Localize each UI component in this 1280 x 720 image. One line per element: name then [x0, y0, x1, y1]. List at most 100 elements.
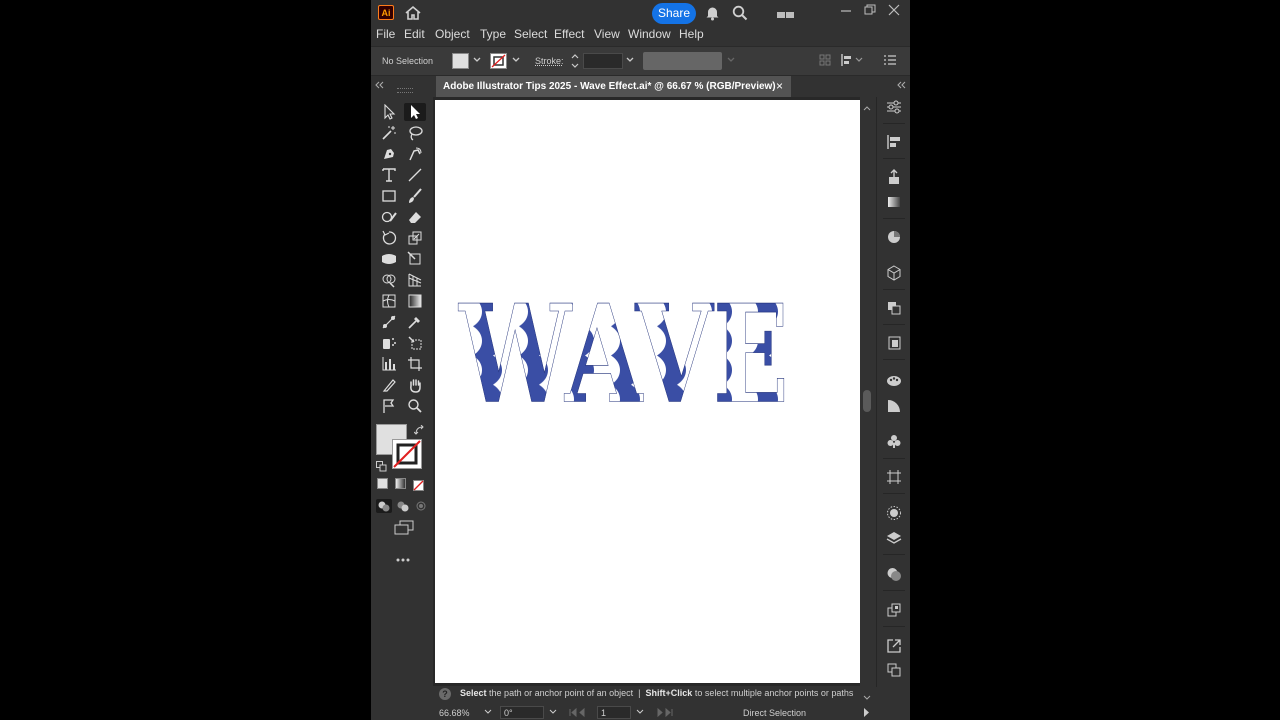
artboard-number-field[interactable]: 1 [597, 706, 631, 719]
libraries-panel-icon[interactable] [886, 662, 902, 683]
width-tool-icon[interactable] [378, 250, 400, 268]
mesh-tool-icon[interactable] [378, 292, 400, 310]
scroll-up-icon[interactable] [861, 100, 873, 118]
artboard[interactable]: WAVE [435, 100, 860, 683]
magic-wand-icon[interactable] [378, 124, 400, 142]
screen-mode-icon[interactable] [393, 520, 415, 541]
properties-icon[interactable] [886, 99, 902, 120]
stroke-label[interactable]: Stroke: [535, 56, 564, 66]
panel-menu-icon[interactable] [883, 53, 897, 72]
selection-tool-icon[interactable] [378, 103, 400, 121]
live-paint-icon[interactable] [404, 334, 426, 352]
rotation-field[interactable]: 0° [500, 706, 544, 719]
print-tiling-icon[interactable] [378, 397, 400, 415]
stroke-weight-input[interactable] [583, 53, 623, 69]
help-icon[interactable]: ? [439, 688, 451, 700]
color-mode-button[interactable] [377, 478, 388, 489]
variable-width-profile[interactable] [643, 52, 722, 70]
shape-builder-icon[interactable] [378, 271, 400, 289]
stroke-color-box[interactable] [392, 439, 422, 469]
status-menu-arrow-icon[interactable] [863, 708, 871, 719]
home-icon[interactable] [404, 5, 422, 26]
blend-tool-icon[interactable] [378, 313, 400, 331]
document-tab[interactable]: Adobe Illustrator Tips 2025 - Wave Effec… [436, 76, 791, 97]
symbol-sprayer-icon[interactable] [378, 334, 400, 352]
menu-object[interactable]: Object [435, 26, 470, 42]
draw-inside-icon[interactable] [413, 499, 429, 518]
gradient-panel-icon[interactable] [886, 194, 902, 215]
curvature-tool-icon[interactable] [404, 145, 426, 163]
rotate-tool-icon[interactable] [378, 229, 400, 247]
fill-swatch[interactable] [452, 53, 469, 69]
align-left-icon[interactable] [840, 53, 864, 72]
pathfinder-icon[interactable] [886, 469, 902, 490]
transform-panel-icon[interactable] [886, 300, 902, 321]
links-panel-icon[interactable] [886, 638, 902, 659]
scale-tool-icon[interactable] [404, 229, 426, 247]
none-mode-button[interactable] [413, 478, 424, 496]
chevron-down-icon[interactable] [548, 707, 558, 719]
vertical-scrollbar-thumb[interactable] [863, 390, 871, 412]
more-tools-icon[interactable] [396, 550, 410, 568]
wave-artwork[interactable]: WAVE [435, 100, 860, 683]
gradient-tool-icon[interactable] [404, 292, 426, 310]
color-panel-icon[interactable] [886, 372, 902, 393]
chevron-down-icon[interactable] [635, 707, 645, 719]
last-artboard-icon[interactable] [653, 707, 673, 719]
close-window-icon[interactable] [888, 3, 900, 21]
brightness-icon[interactable] [886, 505, 902, 526]
stroke-weight-stepper[interactable] [570, 52, 580, 75]
draw-normal-icon[interactable] [376, 499, 392, 513]
menu-window[interactable]: Window [628, 26, 671, 42]
eraser-tool-icon[interactable] [404, 208, 426, 226]
free-transform-icon[interactable] [404, 250, 426, 268]
workspace-switcher-icon[interactable] [777, 8, 795, 26]
slice-tool-icon[interactable] [378, 376, 400, 394]
symbols-panel-icon[interactable] [886, 433, 902, 454]
appearance-panel-icon[interactable] [886, 229, 902, 250]
collapse-panels-icon[interactable] [896, 76, 906, 94]
default-colors-icon[interactable] [376, 459, 387, 477]
minimize-icon[interactable] [840, 4, 852, 22]
column-graph-icon[interactable] [378, 355, 400, 373]
3d-materials-icon[interactable] [886, 265, 902, 286]
align-panel-icon[interactable] [886, 134, 902, 155]
eyedropper-icon[interactable] [404, 313, 426, 331]
artboard-tool-icon[interactable] [404, 355, 426, 373]
draw-behind-icon[interactable] [395, 499, 411, 518]
search-icon[interactable] [732, 5, 748, 26]
align-grid-icon[interactable] [818, 53, 832, 72]
pages-panel-icon[interactable] [886, 335, 902, 356]
chevron-down-icon[interactable] [625, 53, 635, 72]
stroke-swatch[interactable] [490, 53, 507, 69]
menu-select[interactable]: Select [514, 26, 547, 42]
chevron-down-icon[interactable] [483, 707, 493, 719]
zoom-level[interactable]: 66.68% [439, 708, 470, 718]
swap-colors-icon[interactable] [413, 423, 425, 441]
chevron-down-icon[interactable] [472, 53, 482, 72]
close-tab-icon[interactable]: × [776, 76, 783, 97]
artboards-panel-icon[interactable] [886, 602, 902, 623]
menu-edit[interactable]: Edit [404, 26, 425, 42]
wave-text[interactable]: WAVE [457, 275, 789, 434]
line-tool-icon[interactable] [404, 166, 426, 184]
transparency-panel-icon[interactable] [886, 566, 902, 587]
menu-file[interactable]: File [376, 26, 395, 42]
hand-tool-icon[interactable] [404, 376, 426, 394]
rectangle-tool-icon[interactable] [378, 187, 400, 205]
menu-view[interactable]: View [594, 26, 620, 42]
lasso-icon[interactable] [404, 124, 426, 142]
color-guide-icon[interactable] [886, 398, 902, 419]
zoom-tool-icon[interactable] [404, 397, 426, 415]
menu-type[interactable]: Type [480, 26, 506, 42]
direct-selection-tool-icon[interactable] [404, 103, 426, 121]
toolbar-grip[interactable] [397, 88, 413, 93]
gradient-mode-button[interactable] [395, 478, 406, 489]
asset-export-icon[interactable] [886, 169, 902, 190]
menu-help[interactable]: Help [679, 26, 704, 42]
layers-panel-icon[interactable] [886, 530, 902, 551]
restore-icon[interactable] [864, 3, 876, 21]
bell-icon[interactable] [705, 5, 720, 26]
perspective-grid-icon[interactable] [404, 271, 426, 289]
collapse-toolbar-icon[interactable] [374, 76, 384, 94]
